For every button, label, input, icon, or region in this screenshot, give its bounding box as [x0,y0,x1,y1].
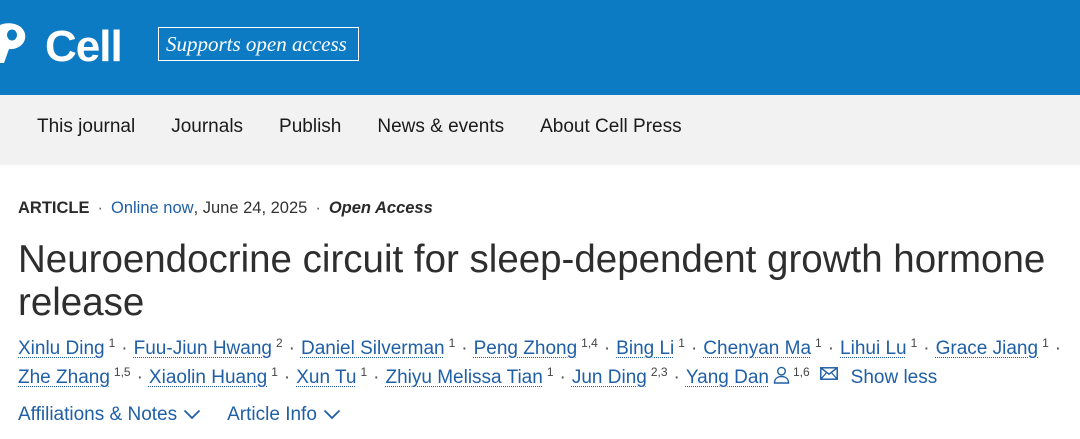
article-expanders: Affiliations & Notes Article Info [18,400,341,429]
open-access-label: Open Access [328,199,433,217]
separator: · [136,367,143,388]
publication-date: , June 24, 2025 [194,198,308,218]
journal-logo-text[interactable]: Cell [45,25,123,69]
affiliation-number: 1 [108,336,116,350]
affiliation-number: 1 [1042,336,1049,350]
affiliation-number: 1 [910,336,918,350]
separator: · [97,199,104,217]
affiliation-number: 1 [360,365,368,379]
affiliation-number: 1 [815,336,822,350]
separator: · [373,367,380,388]
nav-item-about-cell-press[interactable]: About Cell Press [540,115,682,139]
separator: · [288,338,295,359]
author-name-link[interactable]: Xun Tu [296,363,356,392]
affiliation-number: 1 [546,365,554,379]
separator: · [559,367,566,388]
article-info-toggle[interactable]: Article Info [227,400,341,429]
affiliation-number: 1 [448,336,456,350]
envelope-icon[interactable] [819,367,838,380]
nav-list: This journal Journals Publish News & eve… [0,95,1080,139]
date-value: June 24, 2025 [202,199,308,217]
article-meta: ARTICLE · Online now , June 24, 2025 · O… [18,198,433,218]
main-nav: This journal Journals Publish News & eve… [0,95,1080,165]
author-name-link[interactable]: Fuu-Jiun Hwang [134,334,272,363]
author-name-link[interactable]: Peng Zhong [474,334,578,363]
open-access-tagline: Supports open access [158,27,359,61]
nav-item-news-events[interactable]: News & events [377,115,504,139]
affiliation-number: 2,3 [650,365,668,379]
author-list-line-2: Zhe Zhang 1,5 · Xiaolin Huang 1 · Xun Tu… [18,363,937,392]
separator: · [827,338,835,359]
separator: · [461,338,468,359]
affiliations-notes-label: Affiliations & Notes [18,404,178,425]
affiliation-number: 1,6 [792,365,810,379]
author-name-link[interactable]: Xinlu Ding [18,334,105,363]
affiliation-number: 1 [678,336,685,350]
separator: · [673,367,680,388]
author-name-link[interactable]: Grace Jiang [936,334,1038,363]
nav-item-this-journal[interactable]: This journal [37,115,135,139]
author-list-line-1: Xinlu Ding 1 · Fuu-Jiun Hwang 2 · Daniel… [18,334,1067,363]
separator: · [1054,338,1062,359]
person-icon [773,366,790,384]
author-name-link[interactable]: Chenyan Ma [703,334,811,363]
chevron-down-icon [323,409,341,420]
separator: · [121,338,128,359]
article-title: Neuroendocrine circuit for sleep-depende… [18,238,1046,324]
date-prefix: , [193,199,199,217]
author-name-link[interactable]: Xiaolin Huang [149,363,267,392]
author-name-link[interactable]: Zhe Zhang [18,363,110,392]
affiliation-number: 2 [275,336,283,350]
author-name-link[interactable]: Yang Dan [686,363,769,392]
affiliation-number: 1,4 [581,336,598,350]
separator: · [923,338,930,359]
separator: · [283,367,291,388]
site-header: Cell Supports open access [0,0,1080,95]
article-info-label: Article Info [227,404,317,425]
author-name-link[interactable]: Jun Ding [572,363,647,392]
show-less-link[interactable]: Show less [851,363,938,392]
publication-status-link[interactable]: Online now [111,198,194,218]
author-name-link[interactable]: Bing Li [616,334,674,363]
author-name-link[interactable]: Lihui Lu [840,334,907,363]
author-name-link[interactable]: Zhiyu Melissa Tian [385,363,542,392]
separator: · [315,199,321,217]
affiliation-number: 1,5 [113,365,131,379]
nav-item-journals[interactable]: Journals [171,115,243,139]
nav-item-publish[interactable]: Publish [279,115,341,139]
affiliations-notes-toggle[interactable]: Affiliations & Notes [18,400,201,429]
article-type-label: ARTICLE [18,199,90,217]
affiliation-number: 1 [271,365,278,379]
cell-press-logo-icon[interactable] [0,22,28,64]
separator: · [603,338,611,359]
separator: · [690,338,698,359]
author-name-link[interactable]: Daniel Silverman [301,334,445,363]
chevron-down-icon [183,409,201,420]
